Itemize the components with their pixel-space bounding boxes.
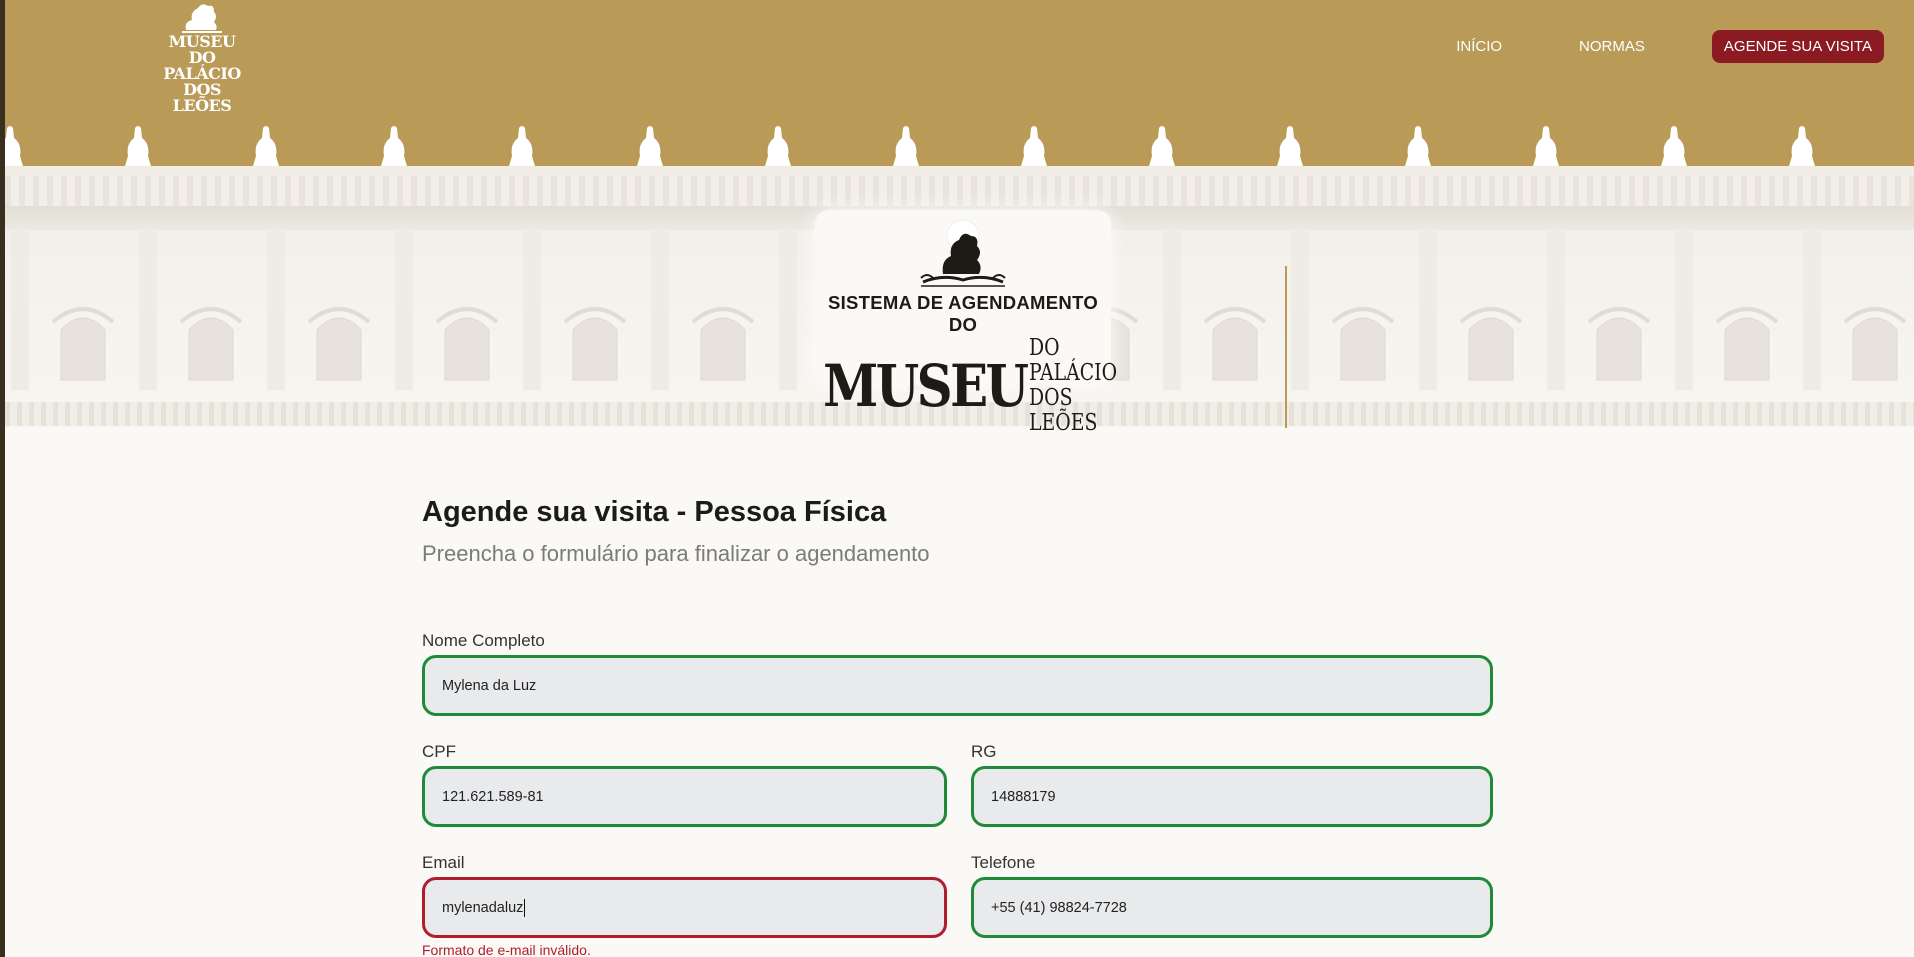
email-input[interactable]: mylenadaluz — [442, 900, 523, 916]
finial-ornament — [5, 126, 23, 166]
nome-field[interactable] — [422, 655, 1493, 716]
facade-window — [572, 317, 618, 381]
facade-divider — [1285, 266, 1287, 428]
finial-ornament — [381, 126, 407, 166]
hero-palacio-line-1: DO PALÁCIO — [1028, 335, 1117, 386]
cpf-label: CPF — [422, 742, 456, 761]
logo-line-3: DOS LEÕES — [172, 80, 232, 115]
facade-column — [11, 230, 29, 390]
upper-balustrade — [5, 176, 1914, 206]
facade-window — [700, 317, 746, 381]
facade-window — [316, 317, 362, 381]
facade-column — [395, 230, 413, 390]
hero-logo: SISTEMA DE AGENDAMENTO DO MUSEU DO PALÁC… — [815, 210, 1117, 436]
rg-label: RG — [971, 742, 997, 761]
facade-window — [1724, 317, 1770, 381]
schedule-visit-button[interactable]: AGENDE SUA VISITA — [1711, 30, 1884, 63]
finial-ornament — [125, 126, 151, 166]
page-title: Agende sua visita - Pessoa Física — [422, 496, 887, 528]
facade-column — [651, 230, 669, 390]
telefone-input[interactable] — [991, 899, 1473, 916]
logo-line-1: MUSEU DO — [168, 32, 236, 67]
facade-window — [444, 317, 490, 381]
hero-wordmark: MUSEU DO PALÁCIO DOS LEÕES — [815, 336, 1116, 436]
facade-column — [523, 230, 541, 390]
header: MUSEU DO PALÁCIO DOS LEÕES INÍCIO NORMAS… — [5, 0, 1914, 170]
email-field[interactable]: mylenadaluz — [422, 877, 947, 938]
finial-ornament — [1789, 126, 1815, 166]
finial-ornament — [509, 126, 535, 166]
facade-column — [139, 230, 157, 390]
finial-ornament — [1661, 126, 1687, 166]
finial-ornament — [253, 126, 279, 166]
facade-column — [1419, 230, 1437, 390]
page: MUSEU DO PALÁCIO DOS LEÕES INÍCIO NORMAS… — [5, 0, 1914, 957]
nav-link-normas[interactable]: NORMAS — [1569, 30, 1655, 63]
facade-column — [1291, 230, 1309, 390]
nome-input[interactable] — [442, 677, 1473, 694]
facade-window — [188, 317, 234, 381]
finial-ornament — [1149, 126, 1175, 166]
finial-ornament — [1533, 126, 1559, 166]
nome-label: Nome Completo — [422, 631, 545, 650]
facade-window — [1596, 317, 1642, 381]
hero-palacio: DO PALÁCIO DOS LEÕES — [1029, 336, 1117, 436]
finial-ornament — [1405, 126, 1431, 166]
hero-system-title: SISTEMA DE AGENDAMENTO DO — [827, 292, 1099, 335]
finial-ornament — [765, 126, 791, 166]
hero-museu: MUSEU — [823, 352, 1029, 420]
rg-input[interactable] — [991, 788, 1473, 805]
facade-column — [267, 230, 285, 390]
main-nav: INÍCIO NORMAS AGENDE SUA VISITA — [1446, 30, 1884, 63]
telefone-label: Telefone — [971, 853, 1036, 872]
email-error-message: Formato de e-mail inválido. — [422, 942, 591, 957]
telefone-field[interactable] — [971, 877, 1493, 938]
facade-window — [1852, 317, 1898, 381]
facade-column — [779, 230, 797, 390]
facade-column — [1803, 230, 1821, 390]
finial-ornament — [1277, 126, 1303, 166]
rg-field[interactable] — [971, 766, 1493, 827]
nav-link-inicio[interactable]: INÍCIO — [1446, 30, 1512, 63]
facade-column — [1163, 230, 1181, 390]
facade-window — [1468, 317, 1514, 381]
facade-window — [1340, 317, 1386, 381]
museum-lion-emblem-icon — [182, 4, 222, 33]
cpf-field[interactable] — [422, 766, 947, 827]
email-label: Email — [422, 853, 465, 872]
finial-ornament — [1021, 126, 1047, 166]
hero-palacio-line-2: DOS LEÕES — [1028, 385, 1097, 436]
page-subtitle: Preencha o formulário para finalizar o a… — [422, 541, 930, 566]
facade-column — [1547, 230, 1565, 390]
facade-window — [60, 317, 106, 381]
museum-lion-emblem-icon — [920, 219, 1006, 287]
balustrade-finials — [5, 126, 1914, 170]
finial-ornament — [637, 126, 663, 166]
cpf-input[interactable] — [442, 788, 927, 805]
museum-logo[interactable]: MUSEU DO PALÁCIO DOS LEÕES — [162, 0, 242, 114]
facade-window — [1212, 317, 1258, 381]
facade-column — [1675, 230, 1693, 390]
text-caret — [524, 898, 526, 917]
finial-ornament — [893, 126, 919, 166]
